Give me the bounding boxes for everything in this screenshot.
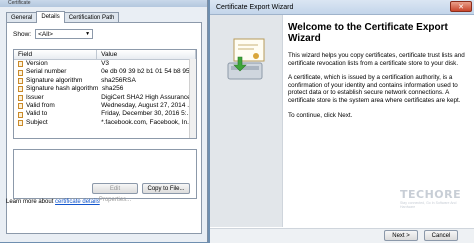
field-value: 0e db 09 39 b2 b1 01 54 b8 95... bbox=[101, 68, 196, 76]
table-row[interactable]: Version V3 bbox=[14, 60, 196, 68]
show-dropdown[interactable]: <All> ▼ bbox=[35, 29, 94, 39]
show-dropdown-value: <All> bbox=[38, 30, 53, 38]
wizard-content: Welcome to the Certificate Export Wizard… bbox=[288, 22, 468, 126]
chevron-down-icon: ▼ bbox=[85, 31, 91, 37]
next-button[interactable]: Next > bbox=[384, 230, 418, 241]
certificate-title-strip: Certificate bbox=[0, 0, 207, 7]
watermark-logo: TECHORE Stay connected, Go In Software A… bbox=[400, 188, 462, 224]
fields-table: Field Value Version V3 Serial number 0e db… bbox=[13, 49, 197, 139]
field-name: Subject bbox=[26, 118, 48, 126]
field-name: Issuer bbox=[26, 93, 44, 101]
watermark-tagline: Stay connected, Go In Software And Hardw… bbox=[400, 201, 457, 209]
field-name: Valid to bbox=[26, 110, 48, 118]
learn-more-text: Learn more about certificate details bbox=[6, 199, 100, 205]
close-button[interactable]: ✕ bbox=[450, 1, 472, 12]
field-value: Friday, December 30, 2016 5:... bbox=[101, 110, 193, 118]
table-row[interactable]: Signature algorithm sha256RSA bbox=[14, 77, 196, 85]
table-row[interactable]: Subject *.facebook.com, Facebook, In... bbox=[14, 119, 196, 127]
table-row[interactable]: Signature hash algorithm sha256 bbox=[14, 85, 196, 93]
field-icon bbox=[18, 69, 23, 76]
table-row[interactable]: Issuer DigiCert SHA2 High Assurance ... bbox=[14, 94, 196, 102]
table-row[interactable]: Valid from Wednesday, August 27, 2014 ... bbox=[14, 102, 196, 110]
table-header: Field Value bbox=[14, 50, 196, 60]
wizard-titlebar[interactable]: Certificate Export Wizard ✕ bbox=[210, 0, 474, 15]
tab-strip: General Details Certification Path bbox=[6, 11, 120, 23]
field-name: Valid from bbox=[26, 101, 55, 109]
wizard-paragraph-intro: This wizard helps you copy certificates,… bbox=[288, 52, 465, 67]
certificate-export-icon bbox=[227, 38, 265, 80]
field-name: Serial number bbox=[26, 68, 67, 76]
field-icon bbox=[18, 61, 23, 68]
field-icon bbox=[18, 86, 23, 93]
certificate-dialog: Certificate General Details Certificatio… bbox=[0, 0, 208, 242]
wizard-heading: Welcome to the Certificate Export Wizard bbox=[288, 22, 448, 44]
table-row[interactable]: Valid to Friday, December 30, 2016 5:... bbox=[14, 110, 196, 118]
field-icon bbox=[18, 111, 23, 118]
wizard-title: Certificate Export Wizard bbox=[216, 3, 294, 11]
field-name: Signature algorithm bbox=[26, 76, 83, 84]
learn-more-prefix: Learn more about bbox=[6, 199, 56, 205]
table-body: Version V3 Serial number 0e db 09 39 b2 b1… bbox=[14, 60, 196, 127]
field-value: Wednesday, August 27, 2014 ... bbox=[101, 101, 193, 109]
column-header-field[interactable]: Field bbox=[14, 50, 98, 59]
field-icon bbox=[18, 119, 23, 126]
field-icon bbox=[18, 77, 23, 84]
field-name: Signature hash algorithm bbox=[26, 85, 99, 93]
certificate-details-link[interactable]: certificate details bbox=[55, 199, 100, 205]
column-header-value[interactable]: Value bbox=[97, 50, 196, 59]
cancel-button[interactable]: Cancel bbox=[424, 230, 458, 241]
wizard-side-panel bbox=[210, 15, 283, 227]
field-value: *.facebook.com, Facebook, In... bbox=[101, 118, 193, 126]
table-row[interactable]: Serial number 0e db 09 39 b2 b1 01 54 b8 … bbox=[14, 68, 196, 76]
show-label: Show: bbox=[13, 30, 32, 38]
watermark-logo-text: TECHORE bbox=[400, 188, 462, 201]
field-value: DigiCert SHA2 High Assurance ... bbox=[101, 93, 196, 101]
field-value: V3 bbox=[101, 60, 110, 67]
field-icon bbox=[18, 94, 23, 101]
field-name: Version bbox=[26, 60, 48, 67]
wizard-paragraph-certificate: A certificate, which is issued by a cert… bbox=[288, 74, 461, 104]
wizard-paragraph-continue: To continue, click Next. bbox=[288, 111, 353, 119]
edit-properties-button[interactable]: Edit Properties... bbox=[92, 183, 138, 203]
export-wizard-window: Certificate Export Wizard ✕ Welcome to t… bbox=[210, 0, 474, 243]
field-icon bbox=[18, 103, 23, 110]
wizard-footer: Next > Cancel bbox=[210, 228, 474, 243]
tab-details[interactable]: Details bbox=[36, 11, 65, 23]
field-value: sha256RSA bbox=[101, 76, 136, 84]
field-value: sha256 bbox=[102, 85, 124, 93]
table-scrollbar[interactable] bbox=[189, 59, 196, 138]
show-row: Show: <All> ▼ bbox=[13, 29, 94, 39]
copy-to-file-button[interactable]: Copy to File... bbox=[142, 183, 190, 194]
